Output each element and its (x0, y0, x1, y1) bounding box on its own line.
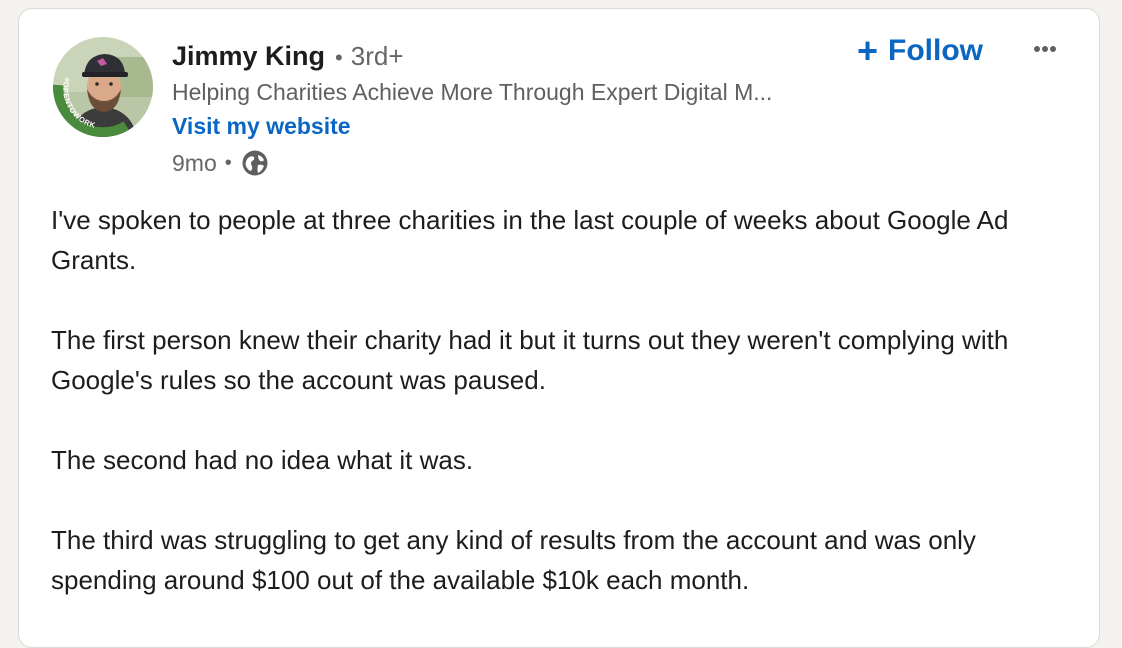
ellipsis-icon[interactable] (1025, 31, 1065, 67)
plus-icon: + (857, 30, 879, 71)
post-paragraph: The second had no idea what it was. (51, 445, 474, 475)
author-name[interactable]: Jimmy King (172, 41, 325, 72)
globe-icon (242, 150, 268, 176)
follow-label: Follow (888, 34, 984, 67)
post-paragraph: The first person knew their charity had … (51, 325, 1009, 395)
post-paragraph: The third was struggling to get any kind… (51, 525, 976, 595)
post-body: I've spoken to people at three charities… (51, 200, 1081, 640)
author-name-row: Jimmy King • 3rd+ (172, 41, 404, 75)
meta-separator: • (224, 151, 232, 174)
post-time: 9mo (172, 149, 217, 176)
avatar-photo: #OPENTOWORK (53, 37, 153, 137)
avatar[interactable]: #OPENTOWORK (53, 37, 153, 137)
post-card: #OPENTOWORK Jimmy King • 3rd+ Helping Ch… (18, 8, 1100, 648)
follow-button[interactable]: + Follow (851, 29, 989, 73)
post-meta: 9mo • (172, 149, 269, 177)
visit-website-link[interactable]: Visit my website (172, 113, 351, 140)
degree-separator: • (335, 45, 343, 70)
connection-degree: 3rd+ (350, 41, 404, 71)
post-paragraph: I've spoken to people at three charities… (51, 205, 1009, 275)
author-headline: Helping Charities Achieve More Through E… (172, 79, 773, 105)
